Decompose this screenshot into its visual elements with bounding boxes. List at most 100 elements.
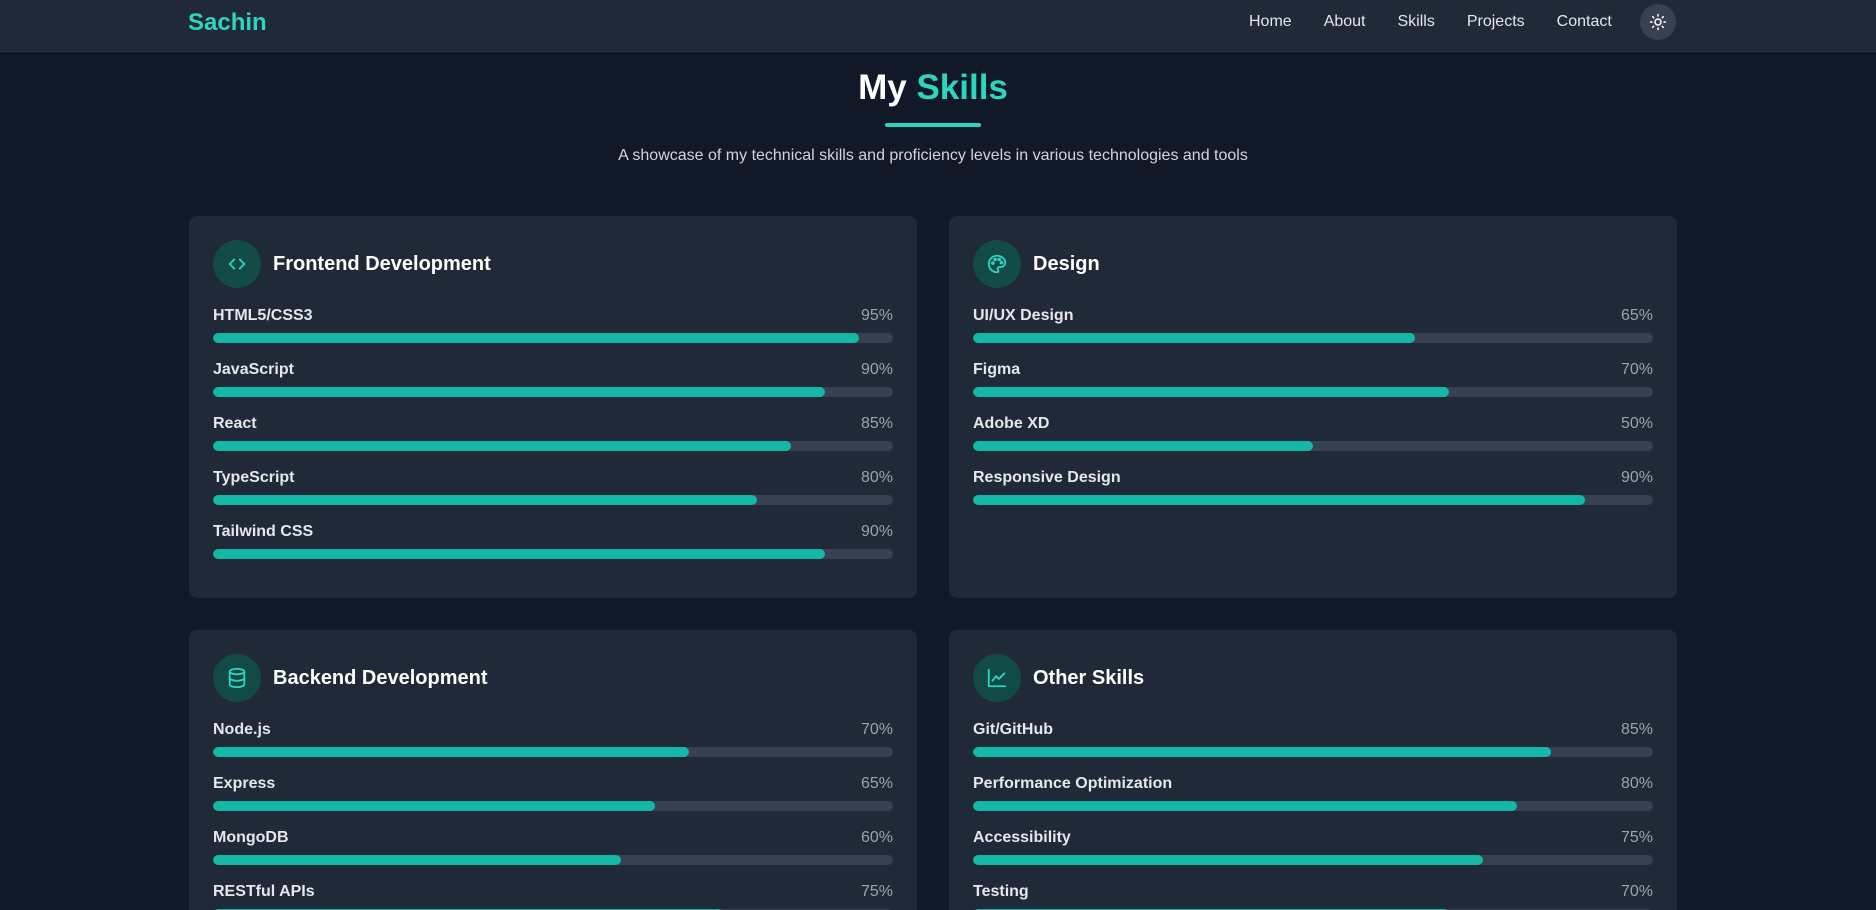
navbar: Sachin Home About Skills Projects Contac… [0, 0, 1876, 52]
progress-fill [973, 855, 1483, 865]
progress-fill [973, 495, 1585, 505]
skill-card-backend: Backend Development Node.js 70% Express 65… [189, 630, 917, 910]
skill-percent: 60% [860, 829, 893, 846]
card-title: Backend Development [273, 666, 488, 689]
skill-card-frontend: Frontend Development HTML5/CSS3 95% JavaS… [189, 216, 917, 598]
card-icon-wrap [213, 240, 261, 288]
skill-percent: 50% [1620, 415, 1653, 432]
skill-name: React [213, 415, 257, 432]
skill-name: Node.js [213, 721, 271, 738]
code-icon [228, 258, 246, 270]
skill-item: UI/UX Design 65% [973, 306, 1653, 343]
skill-name: TypeScript [213, 469, 295, 486]
skill-name: Adobe XD [973, 415, 1050, 432]
progress-track [213, 333, 893, 343]
progress-fill [973, 441, 1313, 451]
skill-percent: 90% [860, 361, 893, 378]
card-title: Design [1033, 252, 1100, 275]
skill-card-other: Other Skills Git/GitHub 85% Performance O… [949, 630, 1677, 910]
progress-track [213, 855, 893, 865]
progress-fill [973, 387, 1449, 397]
line-chart-icon [987, 668, 1007, 688]
theme-toggle-button[interactable] [1640, 4, 1676, 40]
progress-track [973, 855, 1653, 865]
page-title: My Skills [0, 68, 1866, 108]
skill-name: UI/UX Design [973, 307, 1074, 324]
skill-percent: 65% [860, 775, 893, 792]
skill-item: MongoDB 60% [213, 828, 893, 865]
skill-card-design: Design UI/UX Design 65% Figma 70% Adobe XD… [949, 216, 1677, 598]
skill-item: RESTful APIs 75% [213, 882, 893, 910]
title-underline [885, 123, 981, 127]
nav-link-home[interactable]: Home [1249, 12, 1292, 32]
progress-track [973, 333, 1653, 343]
card-title: Frontend Development [273, 252, 491, 275]
skill-item: JavaScript 90% [213, 360, 893, 397]
skill-percent: 75% [860, 883, 893, 900]
skill-name: Testing [973, 883, 1029, 900]
progress-fill [213, 387, 825, 397]
skill-percent: 95% [860, 307, 893, 324]
progress-fill [213, 801, 655, 811]
progress-track [213, 441, 893, 451]
skill-item: Tailwind CSS 90% [213, 522, 893, 559]
palette-icon [987, 254, 1007, 274]
skill-percent: 70% [1620, 361, 1653, 378]
skill-percent: 70% [860, 721, 893, 738]
progress-fill [213, 747, 689, 757]
skill-item: Node.js 70% [213, 720, 893, 757]
skill-item: Git/GitHub 85% [973, 720, 1653, 757]
skill-item: TypeScript 80% [213, 468, 893, 505]
skill-name: MongoDB [213, 829, 289, 846]
skill-name: RESTful APIs [213, 883, 315, 900]
card-icon-wrap [973, 654, 1021, 702]
skill-name: HTML5/CSS3 [213, 307, 313, 324]
skill-percent: 80% [860, 469, 893, 486]
card-icon-wrap [973, 240, 1021, 288]
skill-name: Responsive Design [973, 469, 1121, 486]
sun-icon [1649, 13, 1667, 31]
skill-percent: 85% [1620, 721, 1653, 738]
skill-item: Express 65% [213, 774, 893, 811]
skill-item: HTML5/CSS3 95% [213, 306, 893, 343]
card-header: Frontend Development [213, 240, 491, 288]
progress-fill [973, 333, 1415, 343]
progress-fill [213, 333, 859, 343]
skill-name: Performance Optimization [973, 775, 1173, 792]
progress-track [213, 495, 893, 505]
progress-fill [213, 855, 621, 865]
skill-item: Figma 70% [973, 360, 1653, 397]
skill-item: Testing 70% [973, 882, 1653, 910]
nav-link-contact[interactable]: Contact [1557, 12, 1612, 32]
progress-track [973, 801, 1653, 811]
progress-fill [973, 747, 1551, 757]
progress-track [213, 387, 893, 397]
progress-fill [213, 441, 791, 451]
skill-name: JavaScript [213, 361, 294, 378]
progress-track [973, 441, 1653, 451]
skill-percent: 75% [1620, 829, 1653, 846]
skill-percent: 80% [1620, 775, 1653, 792]
nav-link-projects[interactable]: Projects [1467, 12, 1525, 32]
card-title: Other Skills [1033, 666, 1145, 689]
skill-item: Responsive Design 90% [973, 468, 1653, 505]
database-icon [228, 667, 246, 689]
progress-track [213, 549, 893, 559]
card-header: Backend Development [213, 654, 488, 702]
nav-link-skills[interactable]: Skills [1398, 12, 1435, 32]
nav-link-about[interactable]: About [1324, 12, 1366, 32]
progress-track [973, 747, 1653, 757]
skill-name: Accessibility [973, 829, 1071, 846]
page-subtitle: A showcase of my technical skills and pr… [618, 147, 1248, 164]
progress-track [973, 495, 1653, 505]
progress-track [213, 747, 893, 757]
progress-fill [213, 495, 757, 505]
progress-fill [213, 549, 825, 559]
skill-name: Git/GitHub [973, 721, 1053, 738]
card-header: Other Skills [973, 654, 1144, 702]
progress-fill [973, 801, 1517, 811]
skill-item: React 85% [213, 414, 893, 451]
skill-percent: 90% [860, 523, 893, 540]
brand-logo[interactable]: Sachin [188, 9, 267, 37]
progress-track [973, 387, 1653, 397]
